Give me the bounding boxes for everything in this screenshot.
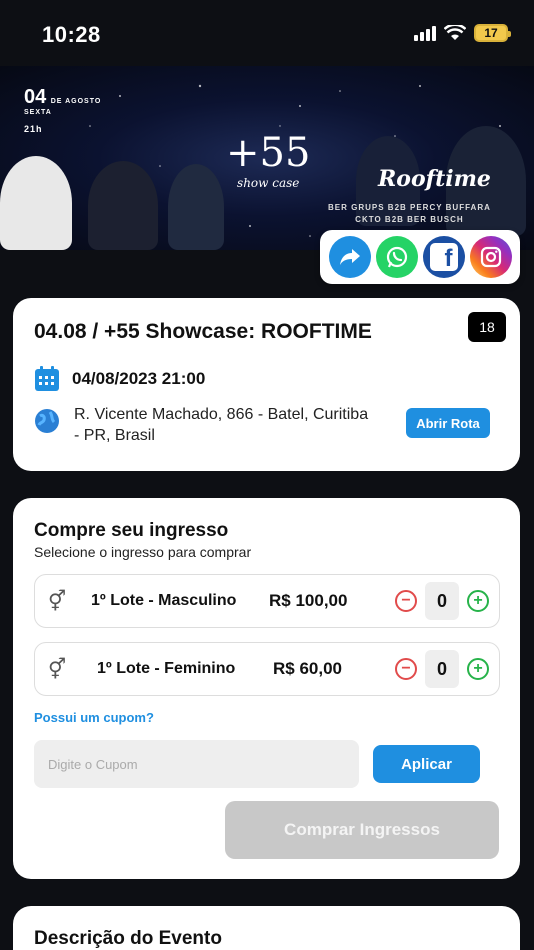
instagram-icon[interactable] [469,236,512,278]
status-icons: 17 [414,24,511,42]
status-time: 10:28 [42,22,101,47]
coupon-link[interactable]: Possui um cupom? [34,710,154,725]
status-bar: 10:28 17 [0,0,534,66]
event-info-card: 04.08 / +55 Showcase: ROOFTIME 18 04/08/… [13,298,520,471]
quantity-stepper: − 0 + [395,650,489,688]
share-bar: f [320,230,520,284]
banner-date: 04 DE AGOSTO SEXTA 21h [24,86,102,134]
quantity-value: 0 [425,650,459,688]
whatsapp-icon[interactable] [375,236,418,278]
banner-logo: +55 show case [226,130,311,190]
ticket-subheading: Selecione o ingresso para comprar [34,544,252,560]
banner-title: Rooftime [378,166,491,192]
increment-button[interactable]: + [467,590,489,612]
coupon-input[interactable] [34,740,359,788]
gender-icon: ⚥ [47,658,67,681]
gender-icon: ⚥ [47,590,67,613]
event-date-row: 04/08/2023 21:00 [34,366,205,392]
performer-figure [0,156,72,250]
ticket-price: R$ 100,00 [269,591,348,610]
wifi-icon [444,25,466,40]
performer-figure [168,164,224,250]
age-rating-badge: 18 [468,312,506,342]
performer-figure [88,161,158,250]
open-route-button[interactable]: Abrir Rota [406,408,490,438]
ticket-label: 1º Lote - Masculino [91,592,237,609]
quantity-stepper: − 0 + [395,582,489,620]
facebook-icon[interactable]: f [422,236,465,278]
signal-icon [414,25,436,41]
decrement-button[interactable]: − [395,590,417,612]
description-heading: Descrição do Evento [34,928,222,949]
share-icon[interactable] [328,236,371,278]
ticket-row: ⚥ 1º Lote - Masculino R$ 100,00 − 0 + [34,574,500,628]
event-location-row: R. Vicente Machado, 866 - Batel, Curitib… [34,404,374,446]
event-datetime: 04/08/2023 21:00 [72,369,206,388]
ticket-label: 1º Lote - Feminino [97,660,236,677]
banner-credits: BER GRUPS B2B PERCY BUFFARA CKTO B2B BER… [328,203,491,224]
event-description-card: Descrição do Evento [13,906,520,950]
quantity-value: 0 [425,582,459,620]
decrement-button[interactable]: − [395,658,417,680]
ticket-row: ⚥ 1º Lote - Feminino R$ 60,00 − 0 + [34,642,500,696]
event-banner: 04 DE AGOSTO SEXTA 21h +55 show case Roo… [0,66,534,250]
apply-coupon-button[interactable]: Aplicar [373,745,480,783]
increment-button[interactable]: + [467,658,489,680]
battery-icon: 17 [474,24,511,42]
ticket-purchase-card: Compre seu ingresso Selecione o ingresso… [13,498,520,879]
calendar-icon [35,366,59,391]
event-title: 04.08 / +55 Showcase: ROOFTIME [34,320,372,343]
ticket-heading: Compre seu ingresso [34,520,229,541]
globe-icon [35,409,59,433]
ticket-price: R$ 60,00 [273,659,342,678]
event-address: R. Vicente Machado, 866 - Batel, Curitib… [74,406,369,444]
buy-tickets-button[interactable]: Comprar Ingressos [225,801,499,859]
